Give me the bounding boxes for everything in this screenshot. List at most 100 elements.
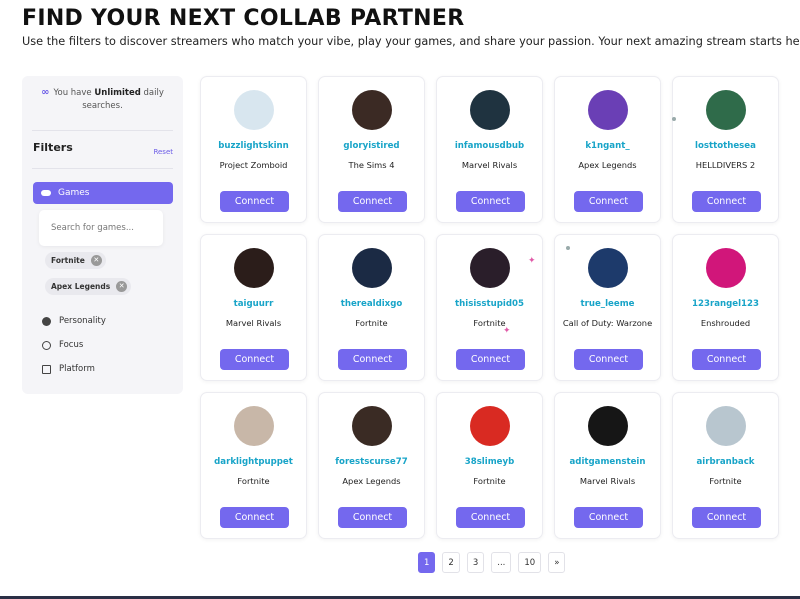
- game-search-box: [39, 210, 163, 246]
- connect-button[interactable]: Connect: [574, 191, 643, 212]
- streamer-username[interactable]: thisisstupid05: [437, 299, 542, 309]
- avatar[interactable]: [706, 90, 746, 130]
- avatar[interactable]: [234, 90, 274, 130]
- sidebar-item-label: Focus: [59, 340, 84, 350]
- streamer-username[interactable]: therealdixgo: [319, 299, 424, 309]
- streamer-game: Fortnite: [473, 318, 506, 328]
- platform-icon: [42, 364, 51, 374]
- streamer-username[interactable]: darklightpuppet: [201, 457, 306, 467]
- streamer-game: Fortnite: [237, 476, 270, 486]
- streamer-game: Marvel Rivals: [579, 476, 636, 486]
- streamer-card: aditgamenstein Marvel Rivals Connect: [554, 392, 661, 539]
- infinity-icon: ∞: [41, 87, 50, 98]
- streamer-game: Apex Legends: [342, 476, 401, 486]
- avatar[interactable]: [352, 248, 392, 288]
- chip-remove-icon[interactable]: ✕: [90, 255, 102, 266]
- streamer-card: infamousdbub Marvel Rivals Connect: [436, 76, 543, 223]
- game-chip-fortnite: Fortnite ✕: [45, 252, 106, 269]
- streamer-card: losttothesea HELLDIVERS 2 Connect: [672, 76, 779, 223]
- streamer-username[interactable]: buzzlightskinn: [201, 141, 306, 151]
- avatar[interactable]: [352, 90, 392, 130]
- chip-remove-icon[interactable]: ✕: [116, 281, 128, 292]
- streamer-username[interactable]: infamousdbub: [437, 141, 542, 151]
- streamer-username[interactable]: airbranback: [673, 457, 778, 467]
- sidebar-item-platform[interactable]: Platform: [42, 364, 95, 374]
- avatar[interactable]: [706, 406, 746, 446]
- avatar[interactable]: [470, 406, 510, 446]
- personality-icon: [42, 316, 51, 326]
- streamer-card: forestscurse77 Apex Legends Connect: [318, 392, 425, 539]
- avatar[interactable]: [470, 248, 510, 288]
- streamer-username[interactable]: k1ngant_: [555, 141, 660, 151]
- connect-button[interactable]: Connect: [456, 191, 525, 212]
- streamer-username[interactable]: 123rangel123: [673, 299, 778, 309]
- connect-button[interactable]: Connect: [456, 349, 525, 370]
- avatar[interactable]: [588, 406, 628, 446]
- streamer-game: Call of Duty: Warzone: [562, 318, 653, 328]
- streamer-game: The Sims 4: [348, 160, 395, 170]
- avatar[interactable]: [470, 90, 510, 130]
- connect-button[interactable]: Connect: [220, 191, 289, 212]
- avatar[interactable]: [352, 406, 392, 446]
- streamer-card: 38slimeyb Fortnite Connect: [436, 392, 543, 539]
- game-chip-apex-legends: Apex Legends ✕: [45, 278, 132, 295]
- avatar[interactable]: [588, 248, 628, 288]
- avatar[interactable]: [234, 248, 274, 288]
- connect-button[interactable]: Connect: [338, 191, 407, 212]
- next-page-button[interactable]: »: [548, 552, 566, 573]
- streamer-card: airbranback Fortnite Connect: [672, 392, 779, 539]
- streamer-card: 123rangel123 Enshrouded Connect: [672, 234, 779, 381]
- reset-link[interactable]: Reset: [153, 148, 173, 156]
- dot-decoration: [566, 246, 570, 250]
- avatar[interactable]: [706, 248, 746, 288]
- streamer-game: Marvel Rivals: [225, 318, 282, 328]
- connect-button[interactable]: Connect: [220, 349, 289, 370]
- filters-sidebar: ∞ You have Unlimited daily searches. Filt…: [22, 76, 183, 394]
- filters-title: Filters: [33, 141, 73, 154]
- sparkle-decoration: ✦: [528, 256, 536, 266]
- sidebar-item-focus[interactable]: Focus: [42, 340, 83, 350]
- streamer-username[interactable]: forestscurse77: [319, 457, 424, 467]
- limit-bold: Unlimited: [94, 88, 141, 98]
- connect-button[interactable]: Connect: [574, 507, 643, 528]
- page-button[interactable]: 10: [518, 552, 542, 573]
- avatar[interactable]: [588, 90, 628, 130]
- streamer-username[interactable]: gloryistired: [319, 141, 424, 151]
- focus-icon: [42, 340, 51, 350]
- games-filter-tab[interactable]: Games: [33, 182, 173, 204]
- streamer-username[interactable]: losttothesea: [673, 141, 778, 151]
- search-limit-notice: ∞ You have Unlimited daily searches.: [32, 86, 173, 113]
- connect-button[interactable]: Connect: [220, 507, 289, 528]
- streamer-username[interactable]: 38slimeyb: [437, 457, 542, 467]
- streamer-card: therealdixgo Fortnite Connect: [318, 234, 425, 381]
- chip-label: Fortnite: [51, 256, 85, 265]
- streamer-game: Apex Legends: [578, 160, 637, 170]
- streamer-username[interactable]: taiguurr: [201, 299, 306, 309]
- streamer-game: HELLDIVERS 2: [695, 160, 756, 170]
- games-filter-label: Games: [58, 188, 90, 198]
- connect-button[interactable]: Connect: [338, 349, 407, 370]
- avatar[interactable]: [234, 406, 274, 446]
- connect-button[interactable]: Connect: [692, 507, 761, 528]
- sidebar-item-label: Personality: [59, 316, 106, 326]
- streamer-username[interactable]: true_leeme: [555, 299, 660, 309]
- page-button[interactable]: 3: [466, 552, 485, 573]
- connect-button[interactable]: Connect: [692, 349, 761, 370]
- page-button[interactable]: 1: [418, 552, 436, 573]
- connect-button[interactable]: Connect: [456, 507, 525, 528]
- page-button[interactable]: 2: [442, 552, 460, 573]
- connect-button[interactable]: Connect: [574, 349, 643, 370]
- streamer-grid: buzzlightskinn Project Zomboid Connect glor…: [200, 76, 779, 539]
- gamepad-icon: [41, 190, 51, 196]
- connect-button[interactable]: Connect: [692, 191, 761, 212]
- pagination: 1 2 3... 10 »: [418, 552, 566, 573]
- streamer-username[interactable]: aditgamenstein: [555, 457, 660, 467]
- streamer-game: Marvel Rivals: [461, 160, 518, 170]
- limit-prefix: You have: [53, 88, 95, 98]
- sidebar-item-personality[interactable]: Personality: [42, 316, 106, 326]
- chip-label: Apex Legends: [51, 282, 111, 291]
- streamer-card: darklightpuppet Fortnite Connect: [200, 392, 307, 539]
- game-search-input[interactable]: [39, 210, 163, 246]
- connect-button[interactable]: Connect: [338, 507, 407, 528]
- streamer-card: buzzlightskinn Project Zomboid Connect: [200, 76, 307, 223]
